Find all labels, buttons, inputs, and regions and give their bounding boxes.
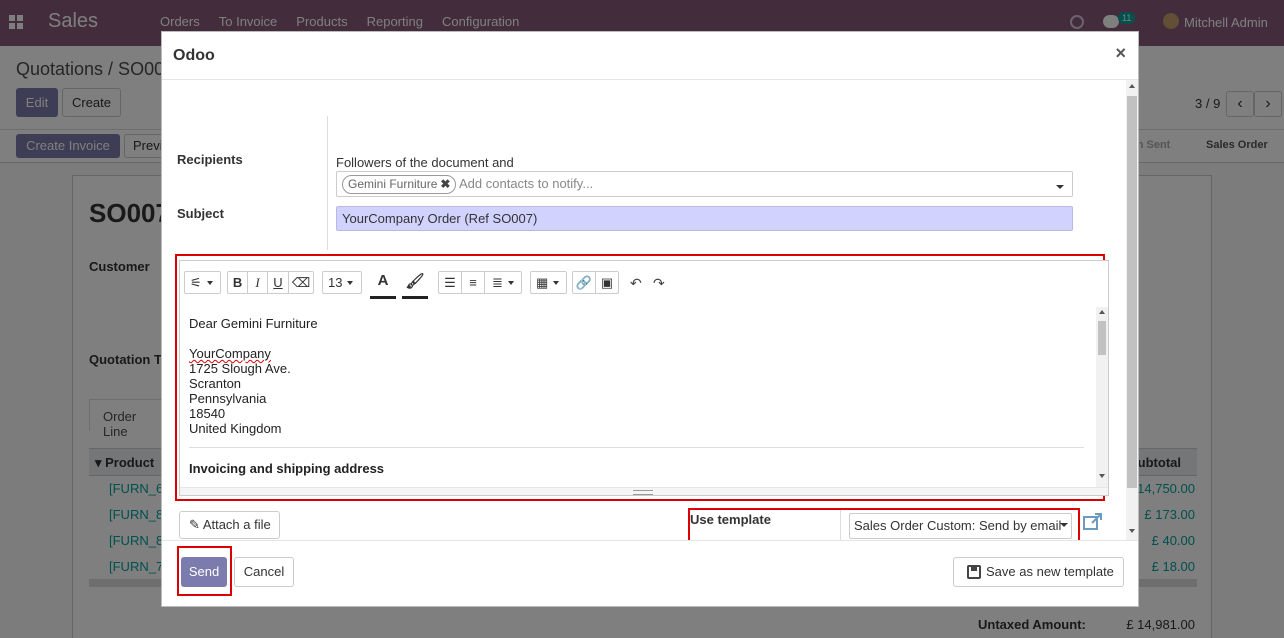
template-select[interactable]: Sales Order Custom: Send by email xyxy=(849,513,1072,539)
attach-file-label: Attach a file xyxy=(202,517,271,532)
font-format-group: B I U ⌫ xyxy=(227,271,314,294)
recipients-label: Recipients xyxy=(177,152,243,167)
scroll-up-icon[interactable] xyxy=(1099,310,1105,314)
table-icon[interactable]: ▦ xyxy=(531,272,564,293)
remove-tag-icon[interactable]: ✖ xyxy=(440,177,450,191)
dialog-body: Recipients Followers of the document and… xyxy=(162,80,1138,540)
font-size-value[interactable]: 13 xyxy=(323,272,358,293)
magic-wand-icon[interactable]: ⚟ xyxy=(185,272,218,293)
chevron-down-icon[interactable] xyxy=(1060,523,1068,527)
dialog-footer: Send Cancel Save as new template xyxy=(162,540,1138,606)
insert-group: 🔗 ▣ xyxy=(572,271,619,294)
save-icon xyxy=(967,565,981,579)
subject-input[interactable]: YourCompany Order (Ref SO007) xyxy=(336,206,1073,231)
bullet-list-icon[interactable]: ☰ xyxy=(439,272,462,293)
email-greeting: Dear Gemini Furniture xyxy=(189,316,318,331)
list-group: ☰ ≡ ≣ xyxy=(438,271,522,294)
scroll-down-icon[interactable] xyxy=(1099,474,1105,478)
address-line: 1725 Slough Ave. xyxy=(189,361,291,376)
address-line: Scranton xyxy=(189,376,242,391)
scroll-thumb[interactable] xyxy=(1127,96,1137,488)
use-template-label: Use template xyxy=(690,512,771,527)
send-button[interactable]: Send xyxy=(181,557,227,587)
recipient-tag: Gemini Furniture ✖ xyxy=(342,175,457,194)
template-separator xyxy=(840,510,841,540)
dialog-header: Odoo × xyxy=(162,32,1138,80)
numbered-list-icon[interactable]: ≡ xyxy=(462,272,485,293)
font-size-label: 13 xyxy=(328,275,343,290)
label-separator xyxy=(327,116,328,250)
eraser-icon[interactable]: ⌫ xyxy=(289,272,313,293)
address-line: United Kingdom xyxy=(189,421,282,436)
subject-label: Subject xyxy=(177,206,224,221)
cancel-button[interactable]: Cancel xyxy=(234,557,294,587)
followers-text: Followers of the document and xyxy=(336,155,514,170)
save-as-template-button[interactable]: Save as new template xyxy=(953,557,1124,587)
scroll-down-icon[interactable] xyxy=(1129,529,1135,533)
paperclip-icon: ✎ xyxy=(189,517,200,532)
email-body[interactable]: Dear Gemini Furniture YourCompany 1725 S… xyxy=(189,316,1084,486)
link-icon[interactable]: 🔗 xyxy=(573,272,596,293)
recipient-tag-label: Gemini Furniture xyxy=(348,177,438,191)
address-line: Pennsylvania xyxy=(189,391,267,406)
editor-toolbar: ⚟ B I U ⌫ 13 A 🖌 ☰ ≡ ≣ ▦ 🔗 ▣ ↶ ↷ xyxy=(180,261,1108,305)
scroll-up-icon[interactable] xyxy=(1129,84,1135,88)
redo-icon[interactable]: ↷ xyxy=(653,275,665,292)
undo-icon[interactable]: ↶ xyxy=(630,275,642,292)
save-as-template-label: Save as new template xyxy=(986,564,1114,579)
resize-handle-icon[interactable] xyxy=(633,490,653,495)
italic-button[interactable]: I xyxy=(248,272,268,293)
section-divider xyxy=(189,447,1084,448)
text-color-button[interactable]: A xyxy=(370,267,396,299)
editor-scrollbar[interactable] xyxy=(1096,307,1108,487)
recipients-input[interactable]: Gemini Furniture ✖ Add contacts to notify… xyxy=(336,171,1073,197)
close-icon[interactable]: × xyxy=(1115,43,1126,64)
chevron-down-icon[interactable] xyxy=(1056,185,1064,189)
recipients-placeholder[interactable]: Add contacts to notify... xyxy=(459,176,593,191)
dialog-scrollbar[interactable] xyxy=(1126,80,1138,540)
attach-file-button[interactable]: ✎ Attach a file xyxy=(179,511,280,539)
highlight-color-button[interactable]: 🖌 xyxy=(402,267,428,299)
style-dropdown[interactable]: ⚟ xyxy=(184,271,221,294)
html-editor[interactable]: ⚟ B I U ⌫ 13 A 🖌 ☰ ≡ ≣ ▦ 🔗 ▣ ↶ ↷ Dear Ge… xyxy=(179,260,1109,496)
underline-button[interactable]: U xyxy=(268,272,289,293)
section-heading: Invoicing and shipping address xyxy=(189,461,385,476)
font-size-dropdown[interactable]: 13 xyxy=(322,271,362,294)
address-line: YourCompany xyxy=(189,346,271,361)
image-icon[interactable]: ▣ xyxy=(596,272,618,293)
editor-resize-bar[interactable] xyxy=(180,487,1108,495)
compose-email-dialog: Odoo × Recipients Followers of the docum… xyxy=(161,31,1139,607)
address-line: 18540 xyxy=(189,406,226,421)
table-dropdown[interactable]: ▦ xyxy=(530,271,567,294)
align-dropdown-icon[interactable]: ≣ xyxy=(485,272,521,293)
external-link-icon[interactable] xyxy=(1083,513,1103,531)
scroll-thumb[interactable] xyxy=(1098,321,1106,355)
bold-button[interactable]: B xyxy=(228,272,248,293)
dialog-title: Odoo xyxy=(173,47,215,64)
